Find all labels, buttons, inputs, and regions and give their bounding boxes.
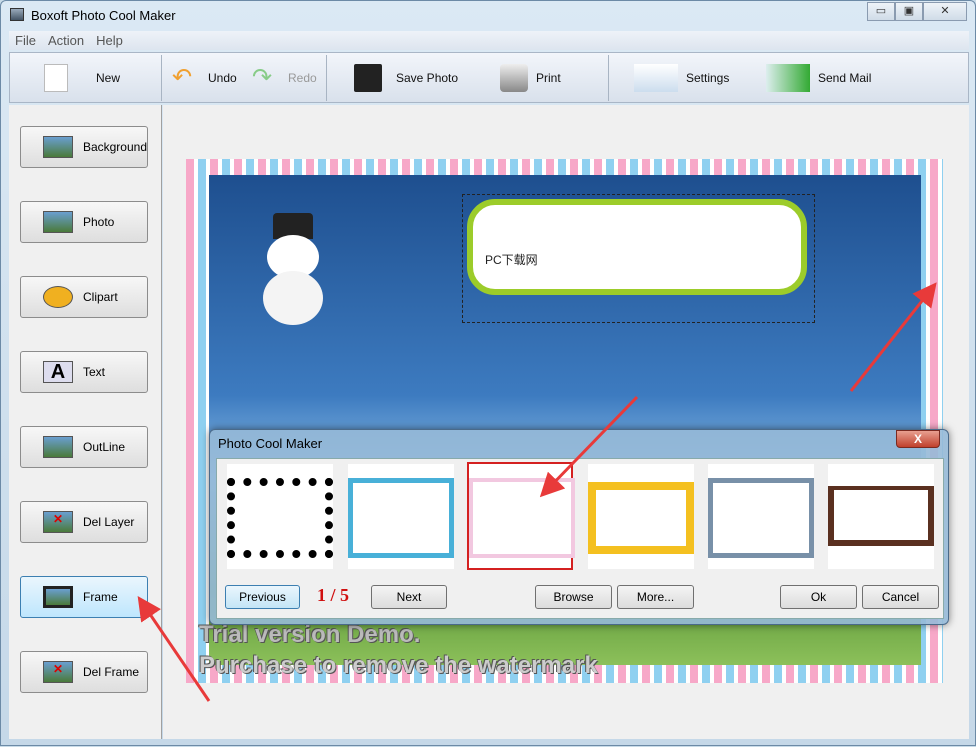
menu-action[interactable]: Action bbox=[48, 31, 84, 50]
menu-help[interactable]: Help bbox=[96, 31, 123, 50]
outline-icon bbox=[43, 436, 73, 458]
blank-page-icon bbox=[44, 64, 68, 92]
delete-layer-icon: ✕ bbox=[43, 511, 73, 533]
dialog-close-button[interactable]: X bbox=[896, 430, 940, 448]
floppy-disk-icon bbox=[354, 64, 382, 92]
previous-button[interactable]: Previous bbox=[225, 585, 300, 609]
outline-button[interactable]: OutLine bbox=[20, 426, 148, 468]
app-icon bbox=[10, 8, 24, 21]
frame-thumbnail[interactable] bbox=[348, 464, 454, 569]
photo-button[interactable]: Photo bbox=[20, 201, 148, 243]
app-window: Boxoft Photo Cool Maker ▭ ▣ ✕ File Actio… bbox=[0, 0, 976, 746]
frame-button[interactable]: Frame bbox=[20, 576, 148, 618]
window-title: Boxoft Photo Cool Maker bbox=[31, 8, 176, 23]
browse-button[interactable]: Browse bbox=[535, 585, 612, 609]
selection-box[interactable] bbox=[462, 194, 815, 323]
send-mail-icon bbox=[766, 64, 810, 92]
settings-button[interactable]: Settings bbox=[634, 63, 729, 93]
new-button[interactable]: New bbox=[44, 63, 120, 93]
frame-thumbnail[interactable] bbox=[588, 464, 694, 569]
undo-button[interactable]: ↶ Undo bbox=[172, 63, 237, 93]
snowman-clipart[interactable] bbox=[263, 213, 323, 325]
menu-file[interactable]: File bbox=[15, 31, 36, 50]
background-icon bbox=[43, 136, 73, 158]
delete-frame-icon: ✕ bbox=[43, 661, 73, 683]
toolbar: New ↶ Undo ↷ Redo Save Photo Print Setting… bbox=[9, 52, 969, 103]
frame-thumbnail[interactable] bbox=[708, 464, 814, 569]
watermark-line-2: Purchase to remove the watermark bbox=[199, 652, 598, 679]
del-layer-button[interactable]: ✕ Del Layer bbox=[20, 501, 148, 543]
dialog-title: Photo Cool Maker bbox=[218, 436, 323, 451]
photo-icon bbox=[43, 211, 73, 233]
title-bar: Boxoft Photo Cool Maker ▭ ▣ ✕ bbox=[1, 1, 975, 29]
send-mail-button[interactable]: Send Mail bbox=[766, 63, 871, 93]
save-photo-button[interactable]: Save Photo bbox=[354, 63, 458, 93]
maximize-button[interactable]: ▣ bbox=[895, 2, 923, 21]
del-frame-button[interactable]: ✕ Del Frame bbox=[20, 651, 148, 693]
page-indicator: 1 / 5 bbox=[317, 585, 350, 605]
text-button[interactable]: A Text bbox=[20, 351, 148, 393]
next-button[interactable]: Next bbox=[371, 585, 447, 609]
frame-thumbnail[interactable] bbox=[227, 464, 333, 569]
frame-thumbnail-selected[interactable] bbox=[467, 462, 575, 570]
tool-panel: Background Photo Clipart A Text OutLine ✕… bbox=[9, 105, 162, 739]
frame-icon bbox=[43, 586, 73, 608]
printer-icon bbox=[500, 64, 528, 92]
redo-icon: ↷ bbox=[252, 64, 273, 91]
ok-button[interactable]: Ok bbox=[780, 585, 857, 609]
frame-dialog: Photo Cool Maker X Previous 1 / 5 Next B… bbox=[209, 429, 949, 625]
print-button[interactable]: Print bbox=[500, 63, 561, 93]
minimize-button[interactable]: ▭ bbox=[867, 2, 895, 21]
redo-button[interactable]: ↷ Redo bbox=[252, 63, 317, 93]
clipart-button[interactable]: Clipart bbox=[20, 276, 148, 318]
mail-settings-icon bbox=[634, 64, 678, 92]
undo-icon: ↶ bbox=[172, 64, 193, 91]
more-button[interactable]: More... bbox=[617, 585, 694, 609]
text-icon: A bbox=[43, 361, 73, 383]
watermark-line-1: Trial version Demo. bbox=[199, 621, 421, 648]
close-button[interactable]: ✕ bbox=[923, 2, 967, 21]
cancel-button[interactable]: Cancel bbox=[862, 585, 939, 609]
frame-thumbnail[interactable] bbox=[828, 464, 934, 569]
clipart-icon bbox=[43, 286, 73, 308]
background-button[interactable]: Background bbox=[20, 126, 148, 168]
menu-bar: File Action Help bbox=[9, 31, 969, 50]
